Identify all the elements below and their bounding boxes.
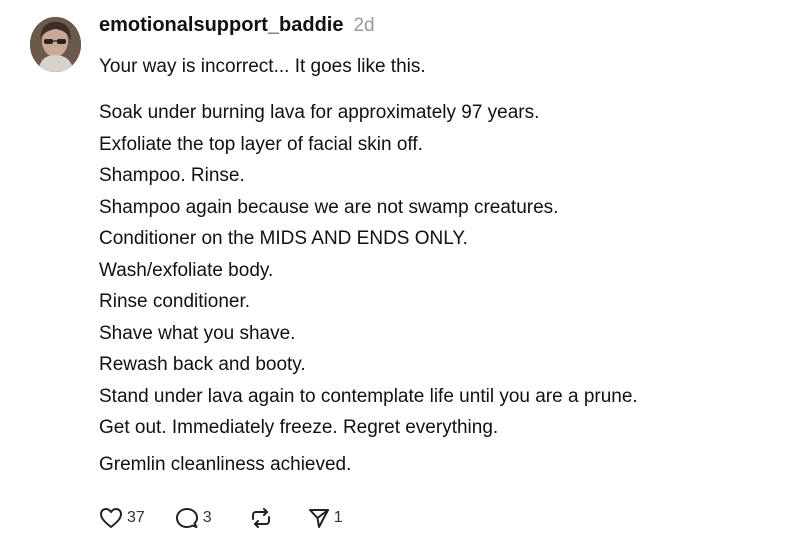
timestamp: 2d [353, 15, 375, 36]
username[interactable]: emotionalsupport_baddie [99, 14, 343, 37]
avatar[interactable] [30, 17, 81, 72]
action-bar: 37 3 1 [99, 503, 343, 533]
reply-count: 3 [202, 509, 212, 526]
list-item: Soak under burning lava for approximatel… [99, 102, 540, 123]
avatar-image [30, 17, 81, 72]
share-count: 1 [333, 509, 343, 526]
list-item: Conditioner on the MIDS AND ENDS ONLY. [99, 228, 468, 249]
list-item: Get out. Immediately freeze. Regret ever… [99, 417, 499, 438]
share-button[interactable]: 1 [308, 507, 343, 529]
like-button[interactable]: 37 [99, 507, 145, 529]
repost-icon [251, 508, 270, 528]
steps-list: Soak under burning lava for approximatel… [99, 97, 638, 444]
list-item: Rewash back and booty. [99, 354, 306, 375]
repost-button[interactable] [248, 506, 274, 530]
list-item: Rinse conditioner. [99, 291, 251, 312]
heart-icon [100, 508, 122, 528]
list-item: Shave what you shave. [99, 322, 296, 344]
list-item: Shampoo again because we are not swamp c… [99, 196, 559, 218]
comment-icon [175, 508, 198, 528]
list-item: Wash/exfoliate body. [99, 259, 274, 281]
list-item: Shampoo. Rinse. [99, 165, 245, 186]
send-icon [308, 509, 329, 528]
comment-post: emotionalsupport_baddie 2d Your way is i… [0, 0, 800, 551]
intro-text: Your way is incorrect... It goes like th… [99, 56, 426, 77]
reply-button[interactable]: 3 [175, 506, 212, 530]
like-count: 37 [127, 509, 145, 526]
list-item: Stand under lava again to contemplate li… [99, 385, 638, 407]
post-header: emotionalsupport_baddie 2d [99, 14, 375, 44]
closing-text: Gremlin cleanliness achieved. [99, 454, 352, 475]
list-item: Exfoliate the top layer of facial skin o… [99, 133, 423, 155]
